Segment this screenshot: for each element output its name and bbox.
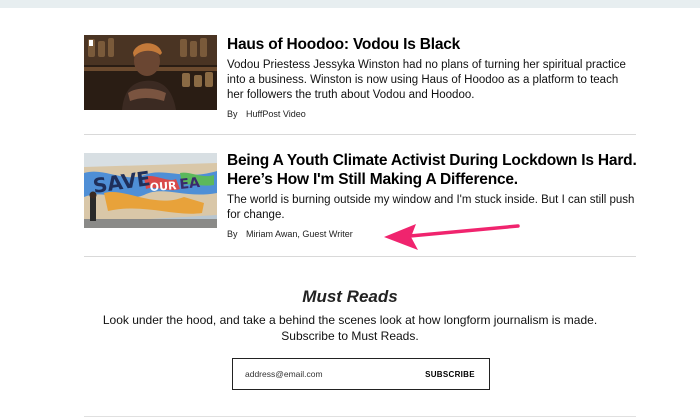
- divider: [84, 256, 636, 257]
- story-summary: The world is burning outside my window a…: [227, 194, 635, 221]
- story-text: Haus of Hoodoo: Vodou Is Black Vodou Pri…: [227, 35, 637, 120]
- byline-prefix: By: [227, 229, 238, 239]
- email-input[interactable]: [233, 359, 411, 389]
- must-reads-description-line: Subscribe to Must Reads.: [281, 329, 419, 343]
- svg-text:OUR: OUR: [149, 179, 177, 194]
- byline-prefix: By: [227, 109, 238, 119]
- divider: [84, 134, 636, 135]
- story-byline: By HuffPost Video: [227, 108, 637, 120]
- divider: [84, 416, 636, 417]
- story-headline[interactable]: Being A Youth Climate Activist During Lo…: [227, 151, 637, 189]
- story-thumbnail[interactable]: SAVE OUR EA: [84, 153, 217, 228]
- story-headline[interactable]: Haus of Hoodoo: Vodou Is Black: [227, 35, 637, 54]
- story-summary: Vodou Priestess Jessyka Winston had no p…: [227, 59, 626, 101]
- must-reads-description: Look under the hood, and take a behind t…: [0, 312, 700, 344]
- story-author[interactable]: HuffPost Video: [246, 109, 306, 119]
- must-reads-description-line: Look under the hood, and take a behind t…: [102, 313, 598, 327]
- top-band: [0, 0, 700, 8]
- subscribe-button[interactable]: SUBSCRIBE: [411, 359, 489, 389]
- svg-text:EA: EA: [179, 175, 201, 193]
- story-author[interactable]: Miriam Awan, Guest Writer: [246, 229, 353, 239]
- subscribe-form: SUBSCRIBE: [232, 358, 490, 390]
- story-thumbnail[interactable]: [84, 35, 217, 110]
- must-reads-title: Must Reads: [302, 287, 398, 306]
- annotation-arrow-icon: [380, 220, 522, 259]
- must-reads-section: Must Reads Look under the hood, and take…: [0, 286, 700, 344]
